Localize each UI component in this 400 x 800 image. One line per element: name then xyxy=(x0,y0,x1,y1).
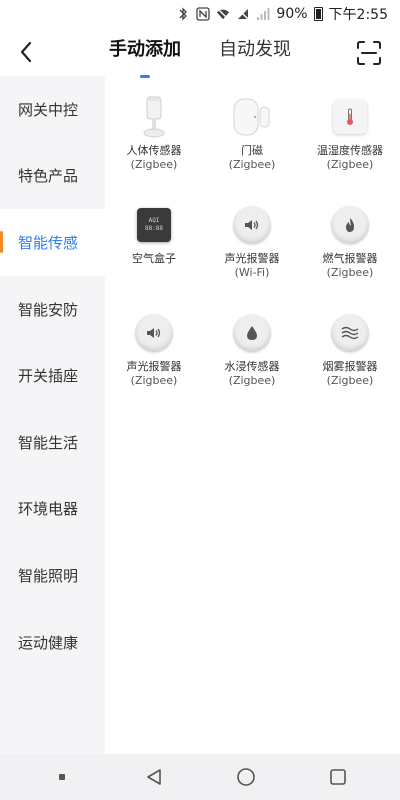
sidebar-item-label: 环境电器 xyxy=(18,500,79,519)
battery-percent: 90% xyxy=(276,6,308,22)
device-protocol: (Zigbee) xyxy=(130,374,178,387)
device-protocol: (Zigbee) xyxy=(228,374,276,387)
device-name: 门磁 xyxy=(241,144,263,157)
device-protocol: (Wi-Fi) xyxy=(234,266,270,279)
speaker-icon xyxy=(245,220,259,230)
device-name: 水浸传感器 xyxy=(224,360,280,373)
tab-manual-add[interactable]: 手动添加 xyxy=(109,34,181,78)
sidebar-item-smart-life[interactable]: 智能生活 xyxy=(0,409,105,476)
nav-home-button[interactable] xyxy=(226,757,266,797)
sidebar-item-label: 开关插座 xyxy=(18,367,79,386)
device-item[interactable]: 声光报警器 (Zigbee) xyxy=(105,310,203,408)
nav-back-button[interactable] xyxy=(134,757,174,797)
sidebar-item-featured[interactable]: 特色产品 xyxy=(0,143,105,210)
scan-button[interactable] xyxy=(356,40,382,66)
device-protocol: (Zigbee) xyxy=(326,374,374,387)
device-protocol: (Zigbee) xyxy=(228,158,276,171)
device-name: 空气盒子 xyxy=(132,252,176,265)
device-protocol: (Zigbee) xyxy=(130,158,178,171)
dot-icon xyxy=(59,774,65,780)
device-item[interactable]: 门磁 (Zigbee) xyxy=(203,94,301,192)
air-box-screen-value: 88:88 xyxy=(144,225,164,232)
device-name: 烟雾报警器 xyxy=(322,360,378,373)
motion-sensor-icon xyxy=(143,96,165,138)
device-item[interactable]: 温湿度传感器 (Zigbee) xyxy=(301,94,399,192)
nav-dot-button[interactable] xyxy=(42,757,82,797)
battery-icon xyxy=(313,7,323,21)
tab-bar: 手动添加 自动发现 xyxy=(100,34,300,78)
tab-auto-discover[interactable]: 自动发现 xyxy=(219,34,291,74)
speaker-icon xyxy=(147,328,161,338)
sidebar-item-switches[interactable]: 开关插座 xyxy=(0,342,105,409)
sidebar-item-label: 特色产品 xyxy=(18,167,79,186)
water-drop-icon xyxy=(247,326,257,340)
header: 手动添加 自动发现 xyxy=(0,28,400,78)
nfc-icon xyxy=(196,7,211,21)
smoke-waves-icon xyxy=(341,326,359,340)
sidebar-item-label: 运动健康 xyxy=(18,633,79,652)
air-box-icon: AQI 88:88 xyxy=(137,208,171,242)
sidebar-item-gateway[interactable]: 网关中控 xyxy=(0,76,105,143)
device-item[interactable]: AQI 88:88 空气盒子 xyxy=(105,202,203,300)
flame-icon xyxy=(346,218,354,232)
sidebar-item-lighting[interactable]: 智能照明 xyxy=(0,542,105,609)
device-item[interactable]: 水浸传感器 (Zigbee) xyxy=(203,310,301,408)
sidebar-item-security[interactable]: 智能安防 xyxy=(0,276,105,343)
back-button[interactable] xyxy=(12,38,40,66)
device-grid-panel: 人体传感器 (Zigbee) 门磁 (Zigbee) 温湿度传感器 (Zigbe… xyxy=(105,76,400,754)
device-name: 人体传感器 xyxy=(126,144,182,157)
sidebar-item-label: 智能照明 xyxy=(18,566,79,585)
device-name: 燃气报警器 xyxy=(322,252,378,265)
signal-icon xyxy=(256,7,270,21)
device-protocol: (Zigbee) xyxy=(326,266,374,279)
device-protocol: (Zigbee) xyxy=(326,158,374,171)
device-item[interactable]: 人体传感器 (Zigbee) xyxy=(105,94,203,192)
sidebar-item-fitness[interactable]: 运动健康 xyxy=(0,609,105,676)
sidebar-item-label: 智能安防 xyxy=(18,300,79,319)
square-recents-icon xyxy=(330,769,346,785)
sidebar-item-label: 智能传感 xyxy=(18,233,79,252)
sidebar-item-smart-sensors[interactable]: 智能传感 xyxy=(0,209,105,276)
category-sidebar: 网关中控 特色产品 智能传感 智能安防 开关插座 智能生活 环境电器 智能照明 … xyxy=(0,76,105,754)
sidebar-item-label: 网关中控 xyxy=(18,100,79,119)
device-item[interactable]: 燃气报警器 (Zigbee) xyxy=(301,202,399,300)
status-bar: 90% 下午2:55 xyxy=(0,0,400,28)
tab-label: 自动发现 xyxy=(219,39,291,60)
tab-label: 手动添加 xyxy=(109,39,181,60)
device-item[interactable]: 烟雾报警器 (Zigbee) xyxy=(301,310,399,408)
wifi-icon xyxy=(216,7,230,21)
circle-home-icon xyxy=(237,768,255,786)
chevron-left-icon xyxy=(20,41,32,63)
device-name: 声光报警器 xyxy=(224,252,280,265)
nav-recents-button[interactable] xyxy=(318,757,358,797)
sidebar-item-appliances[interactable]: 环境电器 xyxy=(0,476,105,543)
mute-icon xyxy=(236,7,250,21)
clock: 下午2:55 xyxy=(328,7,388,23)
door-sensor-icon xyxy=(233,98,270,136)
device-name: 温湿度传感器 xyxy=(317,144,383,157)
device-grid: 人体传感器 (Zigbee) 门磁 (Zigbee) 温湿度传感器 (Zigbe… xyxy=(105,94,400,408)
device-item[interactable]: 声光报警器 (Wi-Fi) xyxy=(203,202,301,300)
sidebar-item-label: 智能生活 xyxy=(18,433,79,452)
scan-icon xyxy=(357,41,381,65)
triangle-back-icon xyxy=(147,769,161,785)
device-name: 声光报警器 xyxy=(126,360,182,373)
bluetooth-icon xyxy=(176,7,190,21)
air-box-screen-label: AQI xyxy=(148,217,160,224)
system-nav-bar xyxy=(0,754,400,800)
thermometer-icon xyxy=(347,108,353,125)
